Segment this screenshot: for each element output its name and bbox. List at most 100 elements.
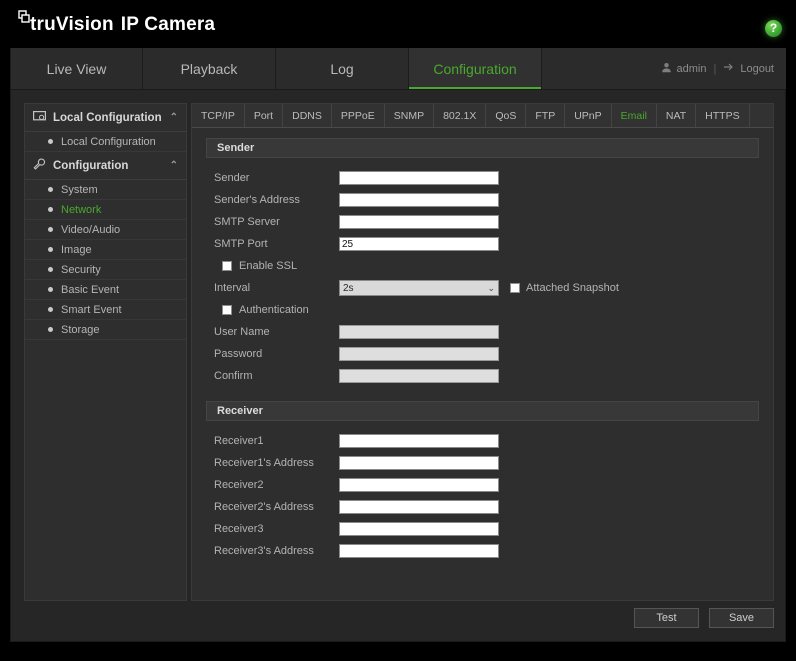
field-row-sender: Sender — [214, 167, 759, 189]
authentication-checkbox[interactable] — [222, 305, 232, 315]
field-row-receiver3-address: Receiver3's Address — [214, 540, 759, 562]
field-row-receiver1: Receiver1 — [214, 430, 759, 452]
authentication-label[interactable]: Authentication — [239, 304, 309, 316]
bullet-icon — [48, 327, 53, 332]
chevron-up-icon[interactable]: ⌃ — [170, 112, 178, 123]
tab-log[interactable]: Log — [276, 48, 409, 89]
sender-fields: Sender Sender's Address SMTP Server SMTP… — [206, 158, 759, 387]
receiver1-address-label: Receiver1's Address — [214, 457, 314, 469]
bullet-icon — [48, 307, 53, 312]
subtab-qos[interactable]: QoS — [486, 104, 527, 127]
brand-name: truVision — [30, 14, 114, 35]
password-label: Password — [214, 348, 263, 360]
subtab-ftp[interactable]: FTP — [526, 104, 566, 127]
subtab-nat[interactable]: NAT — [657, 104, 697, 127]
sidebar-group-label: Local Configuration — [53, 111, 162, 124]
tab-configuration[interactable]: Configuration — [409, 48, 542, 89]
sidebar-item-security[interactable]: Security — [25, 260, 186, 280]
sidebar-item-image[interactable]: Image — [25, 240, 186, 260]
receiver2-address-input[interactable] — [339, 500, 499, 514]
sender-input[interactable] — [339, 171, 499, 185]
receiver2-input[interactable] — [339, 478, 499, 492]
sidebar-item-network[interactable]: Network — [25, 200, 186, 220]
content-panel: TCP/IP Port DDNS PPPoE SNMP 802.1X QoS F… — [191, 103, 774, 601]
tab-playback[interactable]: Playback — [143, 48, 276, 89]
subtab-snmp[interactable]: SNMP — [385, 104, 435, 127]
smtp-server-label: SMTP Server — [214, 216, 280, 228]
attached-snapshot-checkbox[interactable] — [510, 283, 520, 293]
sidebar-item-system[interactable]: System — [25, 180, 186, 200]
chevron-down-icon: ⌄ — [487, 282, 495, 293]
sidebar-group-configuration[interactable]: Configuration ⌃ — [25, 152, 186, 180]
authentication-row: Authentication — [214, 299, 759, 321]
wrench-icon — [33, 158, 46, 173]
sidebar-item-smart-event[interactable]: Smart Event — [25, 300, 186, 320]
field-row-confirm: Confirm — [214, 365, 759, 387]
enable-ssl-row: Enable SSL — [214, 255, 759, 277]
enable-ssl-label[interactable]: Enable SSL — [239, 260, 297, 272]
sender-section-header: Sender — [206, 138, 759, 158]
field-row-password: Password — [214, 343, 759, 365]
subtab-pppoe[interactable]: PPPoE — [332, 104, 385, 127]
sidebar-group-local-configuration[interactable]: Local Configuration ⌃ — [25, 104, 186, 132]
smtp-server-input[interactable] — [339, 215, 499, 229]
tab-live-view[interactable]: Live View — [10, 48, 143, 89]
sidebar-item-basic-event[interactable]: Basic Event — [25, 280, 186, 300]
chevron-up-icon[interactable]: ⌃ — [170, 160, 178, 171]
user-name-label: User Name — [214, 326, 270, 338]
field-row-receiver1-address: Receiver1's Address — [214, 452, 759, 474]
help-icon[interactable]: ? — [765, 20, 782, 37]
receiver1-address-input[interactable] — [339, 456, 499, 470]
password-input[interactable] — [339, 347, 499, 361]
camera-logo-icon — [16, 10, 32, 36]
bullet-icon — [48, 207, 53, 212]
sidebar-item-label: Image — [61, 243, 92, 256]
bullet-icon — [48, 247, 53, 252]
confirm-input[interactable] — [339, 369, 499, 383]
action-bar: Test Save — [24, 606, 774, 630]
senders-address-label: Sender's Address — [214, 194, 300, 206]
receiver3-input[interactable] — [339, 522, 499, 536]
field-row-receiver2-address: Receiver2's Address — [214, 496, 759, 518]
sidebar-item-storage[interactable]: Storage — [25, 320, 186, 340]
subtab-https[interactable]: HTTPS — [696, 104, 750, 127]
interval-select[interactable]: 2s ⌄ — [339, 280, 499, 296]
smtp-port-label: SMTP Port — [214, 238, 268, 250]
subtab-port[interactable]: Port — [245, 104, 284, 127]
subtab-ddns[interactable]: DDNS — [283, 104, 332, 127]
sidebar-item-label: Security — [61, 263, 101, 276]
sidebar-item-label: Basic Event — [61, 283, 120, 296]
subtab-email[interactable]: Email — [612, 104, 657, 127]
subtab-upnp[interactable]: UPnP — [565, 104, 612, 127]
subtab-tcpip[interactable]: TCP/IP — [192, 104, 245, 127]
brand-title: truVision IP Camera — [30, 14, 215, 36]
logout-button[interactable]: Logout — [740, 63, 774, 75]
sidebar-item-label: Storage — [61, 323, 100, 336]
brand-bar: truVision IP Camera ? — [0, 0, 796, 48]
user-separator: | — [713, 62, 717, 75]
receiver-fields: Receiver1 Receiver1's Address Receiver2 … — [206, 421, 759, 562]
senders-address-input[interactable] — [339, 193, 499, 207]
receiver3-address-input[interactable] — [339, 544, 499, 558]
sidebar-item-video-audio[interactable]: Video/Audio — [25, 220, 186, 240]
bullet-icon — [48, 139, 53, 144]
test-button[interactable]: Test — [634, 608, 699, 628]
field-row-smtp-server: SMTP Server — [214, 211, 759, 233]
subtab-8021x[interactable]: 802.1X — [434, 104, 487, 127]
save-button[interactable]: Save — [709, 608, 774, 628]
receiver3-address-label: Receiver3's Address — [214, 545, 314, 557]
user-name-input[interactable] — [339, 325, 499, 339]
enable-ssl-checkbox[interactable] — [222, 261, 232, 271]
sidebar-item-label: Network — [61, 203, 102, 216]
attached-snapshot-row: Attached Snapshot — [510, 282, 619, 294]
interval-selected-value: 2s — [343, 282, 354, 294]
field-row-smtp-port: SMTP Port — [214, 233, 759, 255]
sidebar-item-local-configuration[interactable]: Local Configuration — [25, 132, 186, 152]
interval-label: Interval — [214, 282, 251, 294]
receiver1-input[interactable] — [339, 434, 499, 448]
field-row-receiver3: Receiver3 — [214, 518, 759, 540]
receiver-section-header: Receiver — [206, 401, 759, 421]
smtp-port-input[interactable] — [339, 237, 499, 251]
attached-snapshot-label[interactable]: Attached Snapshot — [526, 282, 619, 294]
sidebar: Local Configuration ⌃ Local Configuratio… — [24, 103, 187, 601]
